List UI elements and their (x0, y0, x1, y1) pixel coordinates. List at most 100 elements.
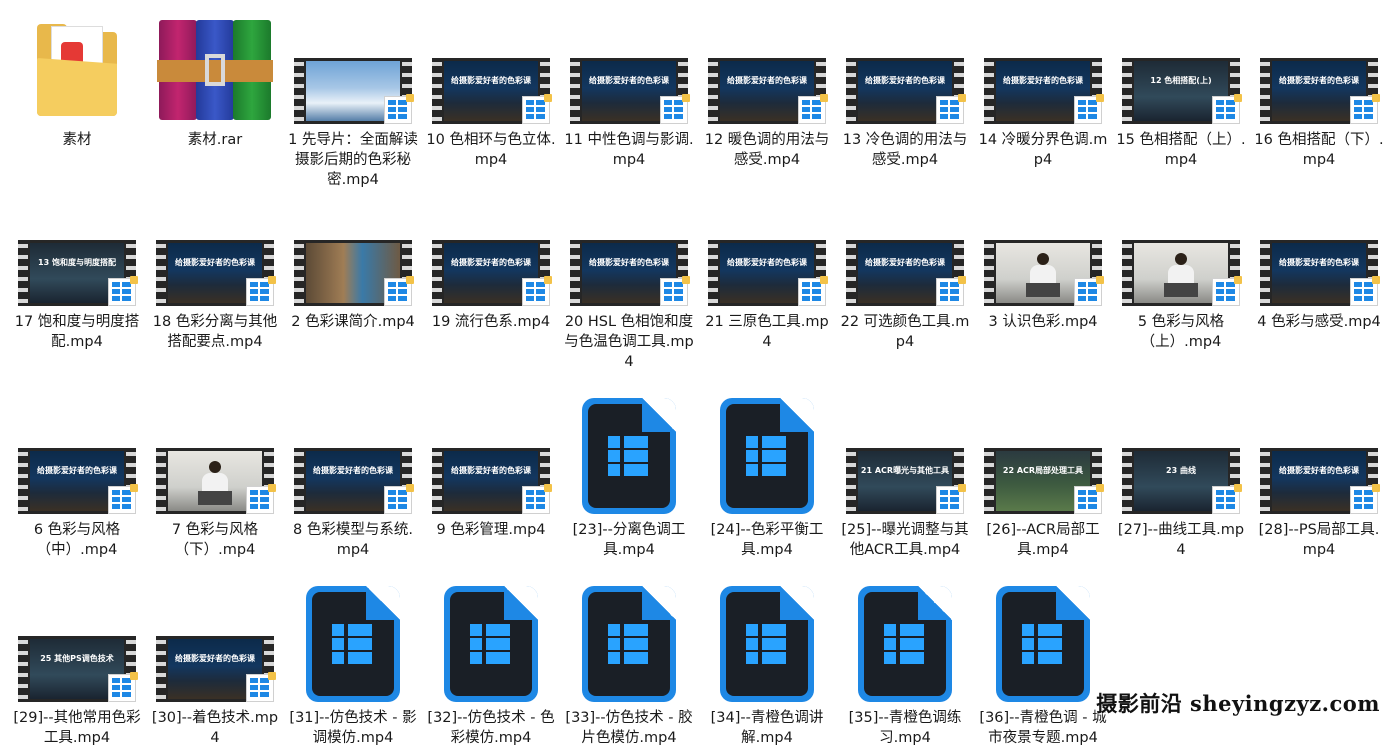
file-name[interactable]: [36]--青橙色调 - 城市夜景专题.mp4 (978, 708, 1108, 748)
file-name[interactable]: 2 色彩课简介.mp4 (288, 312, 418, 332)
file-item[interactable]: 给摄影爱好者的色彩课 13 冷色调的用法与感受.mp4 (836, 8, 974, 190)
video-file-badge-icon (246, 484, 276, 514)
file-item[interactable]: 给摄影爱好者的色彩课 19 流行色系.mp4 (422, 190, 560, 372)
file-name[interactable]: 17 饱和度与明度搭配.mp4 (12, 312, 142, 352)
file-item[interactable]: 素材.rar (146, 8, 284, 190)
file-name[interactable]: [26]--ACR局部工具.mp4 (978, 520, 1108, 560)
file-thumbnail: 13 饱和度与明度搭配 (8, 190, 146, 306)
file-item[interactable]: [32]--仿色技术 - 色彩模仿.mp4 (422, 560, 560, 748)
file-name[interactable]: 21 三原色工具.mp4 (702, 312, 832, 352)
file-name[interactable]: [25]--曝光调整与其他ACR工具.mp4 (840, 520, 970, 560)
file-item[interactable]: 给摄影爱好者的色彩课 6 色彩与风格（中）.mp4 (8, 372, 146, 560)
file-name[interactable]: [27]--曲线工具.mp4 (1116, 520, 1246, 560)
file-name[interactable]: 3 认识色彩.mp4 (978, 312, 1108, 332)
file-name[interactable]: 素材.rar (150, 130, 280, 150)
file-name[interactable]: [23]--分离色调工具.mp4 (564, 520, 694, 560)
thumbnail-title: 给摄影爱好者的色彩课 (451, 76, 531, 85)
file-name[interactable]: [31]--仿色技术 - 影调模仿.mp4 (288, 708, 418, 748)
file-item[interactable]: 给摄影爱好者的色彩课 22 可选颜色工具.mp4 (836, 190, 974, 372)
thumbnail-title: 给摄影爱好者的色彩课 (1279, 258, 1359, 267)
file-item[interactable]: 给摄影爱好者的色彩课 4 色彩与感受.mp4 (1250, 190, 1386, 372)
file-name[interactable]: 19 流行色系.mp4 (426, 312, 556, 332)
file-name[interactable]: 10 色相环与色立体.mp4 (426, 130, 556, 170)
file-name[interactable]: [28]--PS局部工具.mp4 (1254, 520, 1384, 560)
file-name[interactable]: 16 色相搭配（下）.mp4 (1254, 130, 1384, 170)
file-item[interactable]: 22 ACR局部处理工具 [26]--ACR局部工具.mp4 (974, 372, 1112, 560)
thumbnail-title: 给摄影爱好者的色彩课 (451, 258, 531, 267)
file-item[interactable]: [33]--仿色技术 - 胶片色模仿.mp4 (560, 560, 698, 748)
file-name[interactable]: [30]--着色技术.mp4 (150, 708, 280, 748)
file-name[interactable]: [34]--青橙色调讲解.mp4 (702, 708, 832, 748)
file-item[interactable]: 1 先导片：全面解读摄影后期的色彩秘密.mp4 (284, 8, 422, 190)
file-item[interactable]: 2 色彩课简介.mp4 (284, 190, 422, 372)
file-item[interactable]: 给摄影爱好者的色彩课 16 色相搭配（下）.mp4 (1250, 8, 1386, 190)
file-item[interactable]: [31]--仿色技术 - 影调模仿.mp4 (284, 560, 422, 748)
file-name[interactable]: 1 先导片：全面解读摄影后期的色彩秘密.mp4 (288, 130, 418, 190)
video-file-icon (996, 586, 1090, 702)
file-item[interactable]: 给摄影爱好者的色彩课 21 三原色工具.mp4 (698, 190, 836, 372)
file-item[interactable]: [34]--青橙色调讲解.mp4 (698, 560, 836, 748)
video-file-icon (858, 586, 952, 702)
file-name[interactable]: [32]--仿色技术 - 色彩模仿.mp4 (426, 708, 556, 748)
file-item[interactable]: [23]--分离色调工具.mp4 (560, 372, 698, 560)
file-name[interactable]: [24]--色彩平衡工具.mp4 (702, 520, 832, 560)
file-name[interactable]: 13 冷色调的用法与感受.mp4 (840, 130, 970, 170)
file-name[interactable]: [35]--青橙色调练习.mp4 (840, 708, 970, 748)
thumbnail-title: 给摄影爱好者的色彩课 (727, 76, 807, 85)
file-name[interactable]: [29]--其他常用色彩工具.mp4 (12, 708, 142, 748)
file-item[interactable]: [24]--色彩平衡工具.mp4 (698, 372, 836, 560)
file-item[interactable]: [35]--青橙色调练习.mp4 (836, 560, 974, 748)
file-item[interactable]: 给摄影爱好者的色彩课 20 HSL 色相饱和度与色温色调工具.mp4 (560, 190, 698, 372)
file-thumbnail: 给摄影爱好者的色彩课 (422, 8, 560, 124)
file-name[interactable]: 8 色彩模型与系统.mp4 (288, 520, 418, 560)
file-name[interactable]: [33]--仿色技术 - 胶片色模仿.mp4 (564, 708, 694, 748)
file-item[interactable]: 给摄影爱好者的色彩课 [30]--着色技术.mp4 (146, 560, 284, 748)
file-item[interactable]: 给摄影爱好者的色彩课 14 冷暖分界色调.mp4 (974, 8, 1112, 190)
thumbnail-title: 给摄影爱好者的色彩课 (1279, 76, 1359, 85)
file-item[interactable]: 给摄影爱好者的色彩课 9 色彩管理.mp4 (422, 372, 560, 560)
thumbnail-title: 23 曲线 (1166, 466, 1196, 475)
video-file-badge-icon (1212, 484, 1242, 514)
file-item[interactable]: 21 ACR曝光与其他工具 [25]--曝光调整与其他ACR工具.mp4 (836, 372, 974, 560)
file-item[interactable]: [36]--青橙色调 - 城市夜景专题.mp4 (974, 560, 1112, 748)
file-item[interactable]: 5 色彩与风格（上）.mp4 (1112, 190, 1250, 372)
file-name[interactable]: 14 冷暖分界色调.mp4 (978, 130, 1108, 170)
file-thumbnail: 22 ACR局部处理工具 (974, 372, 1112, 514)
file-item[interactable]: 给摄影爱好者的色彩课 10 色相环与色立体.mp4 (422, 8, 560, 190)
file-item[interactable]: 7 色彩与风格（下）.mp4 (146, 372, 284, 560)
video-file-badge-icon (522, 94, 552, 124)
file-name[interactable]: 素材 (12, 130, 142, 150)
file-item[interactable]: 给摄影爱好者的色彩课 8 色彩模型与系统.mp4 (284, 372, 422, 560)
file-thumbnail (698, 560, 836, 702)
video-file-badge-icon (1350, 94, 1380, 124)
file-name[interactable]: 9 色彩管理.mp4 (426, 520, 556, 540)
file-name[interactable]: 11 中性色调与影调.mp4 (564, 130, 694, 170)
video-file-icon (582, 586, 676, 702)
file-row: 给摄影爱好者的色彩课 6 色彩与风格（中）.mp4 7 色彩与风格（下）.mp4 给摄… (8, 372, 1386, 560)
file-name[interactable]: 15 色相搭配（上）.mp4 (1116, 130, 1246, 170)
file-item[interactable]: 25 其他PS调色技术 [29]--其他常用色彩工具.mp4 (8, 560, 146, 748)
file-item[interactable]: 23 曲线 [27]--曲线工具.mp4 (1112, 372, 1250, 560)
file-name[interactable]: 18 色彩分离与其他搭配要点.mp4 (150, 312, 280, 352)
video-file-badge-icon (522, 276, 552, 306)
file-name[interactable]: 7 色彩与风格（下）.mp4 (150, 520, 280, 560)
file-thumbnail: 给摄影爱好者的色彩课 (560, 8, 698, 124)
file-name[interactable]: 22 可选颜色工具.mp4 (840, 312, 970, 352)
thumbnail-title: 给摄影爱好者的色彩课 (865, 76, 945, 85)
video-file-badge-icon (1074, 94, 1104, 124)
file-name[interactable]: 12 暖色调的用法与感受.mp4 (702, 130, 832, 170)
file-item[interactable]: 给摄影爱好者的色彩课 18 色彩分离与其他搭配要点.mp4 (146, 190, 284, 372)
file-item[interactable]: 素材 (8, 8, 146, 190)
file-item[interactable]: 给摄影爱好者的色彩课 12 暖色调的用法与感受.mp4 (698, 8, 836, 190)
file-item[interactable]: 3 认识色彩.mp4 (974, 190, 1112, 372)
video-file-badge-icon (246, 276, 276, 306)
file-thumbnail (422, 560, 560, 702)
file-item[interactable]: 给摄影爱好者的色彩课 [28]--PS局部工具.mp4 (1250, 372, 1386, 560)
file-item[interactable]: 13 饱和度与明度搭配 17 饱和度与明度搭配.mp4 (8, 190, 146, 372)
file-name[interactable]: 5 色彩与风格（上）.mp4 (1116, 312, 1246, 352)
file-name[interactable]: 20 HSL 色相饱和度与色温色调工具.mp4 (564, 312, 694, 372)
file-item[interactable]: 给摄影爱好者的色彩课 11 中性色调与影调.mp4 (560, 8, 698, 190)
file-name[interactable]: 6 色彩与风格（中）.mp4 (12, 520, 142, 560)
file-item[interactable]: 12 色相搭配(上) 15 色相搭配（上）.mp4 (1112, 8, 1250, 190)
file-name[interactable]: 4 色彩与感受.mp4 (1254, 312, 1384, 332)
